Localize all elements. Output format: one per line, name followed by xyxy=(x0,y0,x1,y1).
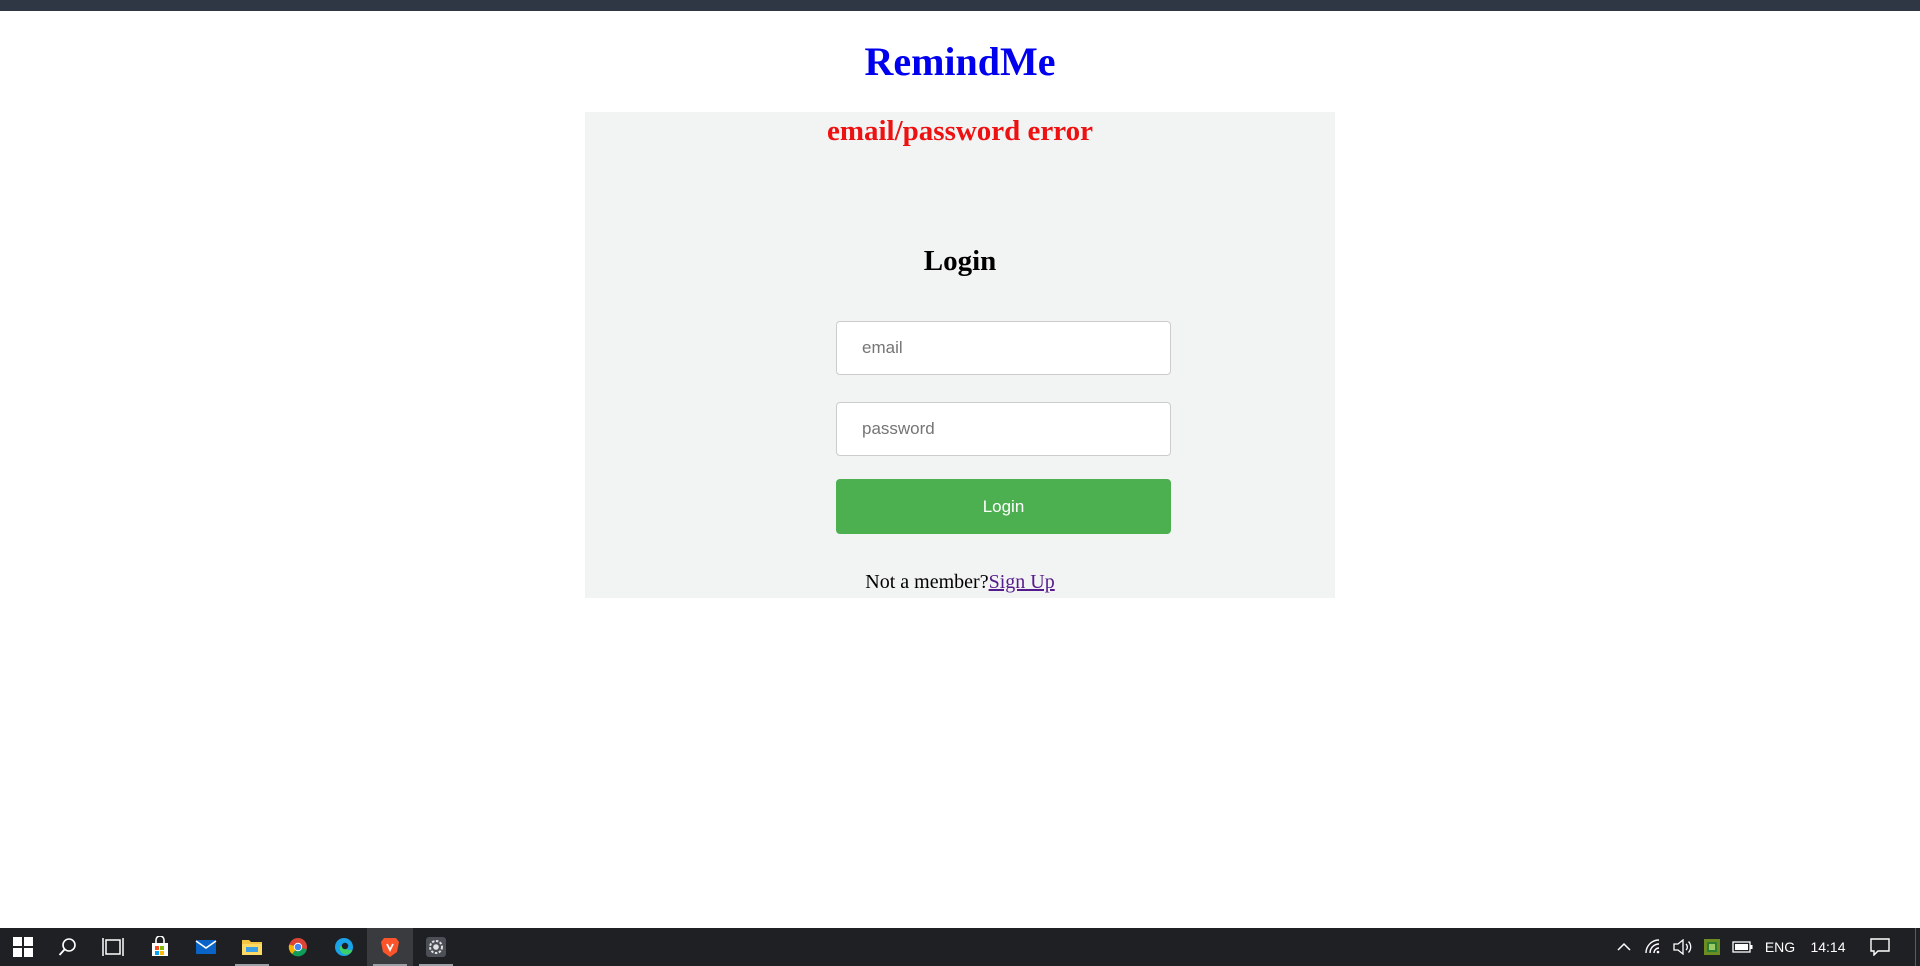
error-message: email/password error xyxy=(826,115,1094,147)
file-explorer-icon xyxy=(242,940,262,955)
tray-app-button[interactable] xyxy=(1700,928,1724,966)
taskbar-app-file-explorer[interactable] xyxy=(229,928,275,966)
login-button[interactable]: Login xyxy=(836,479,1171,534)
chevron-up-icon xyxy=(1617,942,1631,951)
tray-app-icon xyxy=(1704,939,1720,955)
task-view-button[interactable] xyxy=(90,928,136,966)
taskbar-app-mail[interactable] xyxy=(183,928,229,966)
task-view-icon xyxy=(102,938,124,956)
app-title: RemindMe xyxy=(864,39,1056,84)
store-icon xyxy=(152,936,168,956)
start-icon xyxy=(13,937,33,957)
tray-clock[interactable]: 14:14 xyxy=(1806,928,1850,966)
taskbar-app-brave[interactable] xyxy=(367,928,413,966)
notification-icon xyxy=(1870,938,1890,956)
chrome-icon xyxy=(288,938,307,957)
battery-icon xyxy=(1732,941,1753,953)
brave-icon xyxy=(381,938,399,957)
tray-overflow-button[interactable] xyxy=(1612,928,1636,966)
tray-network-button[interactable] xyxy=(1642,928,1666,966)
mail-icon xyxy=(195,940,217,954)
tray-battery-button[interactable] xyxy=(1730,928,1756,966)
start-button[interactable] xyxy=(0,928,46,966)
notification-center-button[interactable] xyxy=(1864,928,1896,966)
password-input[interactable] xyxy=(836,402,1171,456)
edge-icon xyxy=(335,938,353,956)
search-icon xyxy=(58,938,76,956)
search-button[interactable] xyxy=(45,928,91,966)
tray-volume-button[interactable] xyxy=(1671,928,1695,966)
taskbar-app-edge[interactable] xyxy=(321,928,367,966)
browser-top-strip xyxy=(0,0,1920,11)
login-heading: Login xyxy=(923,245,997,277)
taskbar-app-chrome[interactable] xyxy=(275,928,321,966)
taskbar-app-settings[interactable] xyxy=(413,928,459,966)
signup-line: Not a member?Sign Up xyxy=(0,569,1920,595)
taskbar: ENG 14:14 xyxy=(0,928,1920,966)
wifi-icon xyxy=(1645,939,1660,954)
signup-link[interactable]: Sign Up xyxy=(989,571,1055,593)
email-input[interactable] xyxy=(836,321,1171,375)
signup-prompt: Not a member? xyxy=(865,571,989,593)
tray-language[interactable]: ENG xyxy=(1760,928,1800,966)
show-desktop-button[interactable] xyxy=(1915,928,1920,966)
taskbar-app-store[interactable] xyxy=(137,928,183,966)
volume-icon xyxy=(1673,939,1692,955)
settings-app-icon xyxy=(426,937,446,957)
